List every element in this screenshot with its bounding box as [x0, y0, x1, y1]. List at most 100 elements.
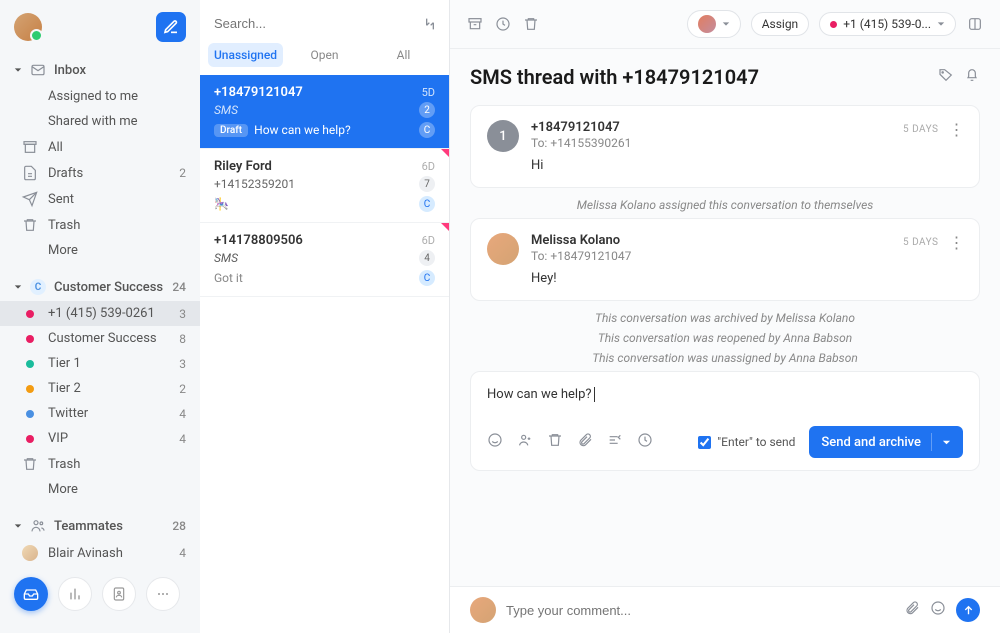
thread-title: SMS thread with +18479121047 [470, 65, 759, 89]
channel-vip[interactable]: VIP 4 [0, 426, 200, 451]
message-menu-icon[interactable]: ⋮ [949, 120, 966, 139]
nav-assigned-to-me[interactable]: Assigned to me [0, 84, 200, 109]
nav-more[interactable]: More [0, 238, 200, 263]
message-time: 5 DAYS [903, 124, 939, 135]
archive-icon[interactable] [466, 15, 484, 33]
channel-dot-icon [830, 21, 837, 28]
conv-time: 6D [422, 234, 435, 247]
trash-icon[interactable] [522, 15, 540, 33]
nav-all[interactable]: All [0, 134, 200, 160]
channel-phone[interactable]: +1 (415) 539-0261 3 [0, 301, 200, 326]
tab-open[interactable]: Open [287, 43, 362, 67]
trash-icon [22, 217, 38, 233]
section-customer-success[interactable]: C Customer Success 24 [0, 273, 200, 301]
conv-channel-badge: C [419, 196, 435, 212]
teammate-blair[interactable]: Blair Avinash 4 [0, 540, 200, 566]
add-person-icon[interactable] [517, 432, 533, 452]
contacts-button[interactable] [102, 577, 136, 611]
send-button[interactable]: Send and archive [809, 426, 963, 458]
emoji-icon[interactable] [487, 432, 503, 452]
conversation-item[interactable]: +14178809506 6D SMS 4 Got it C [200, 223, 449, 297]
conv-name: +18479121047 [214, 85, 303, 100]
channel-dot-icon [26, 360, 34, 368]
assign-button[interactable]: Assign [751, 12, 810, 36]
message-menu-icon[interactable]: ⋮ [949, 233, 966, 252]
conv-subtitle: +14152359201 [214, 177, 295, 191]
snooze-icon[interactable] [494, 15, 512, 33]
inbox-icon [30, 62, 46, 78]
channel-pill[interactable]: +1 (415) 539-0... [819, 12, 956, 36]
message-text: Hi [531, 158, 963, 173]
channel-dot-icon [26, 335, 34, 343]
message-text: Hey! [531, 271, 963, 286]
conv-channel-badge: C [419, 122, 435, 138]
message-from: +18479121047 [531, 120, 963, 135]
sent-icon [22, 191, 38, 207]
analytics-button[interactable] [58, 577, 92, 611]
conv-time: 5D [422, 86, 435, 99]
schedule-icon[interactable] [637, 432, 653, 452]
attachment-icon[interactable] [577, 432, 593, 452]
delete-draft-icon[interactable] [547, 432, 563, 452]
nav-trash[interactable]: Trash [0, 212, 200, 238]
conv-channel-badge: C [419, 270, 435, 286]
channel-dot-icon [26, 435, 34, 443]
conv-subtitle: SMS [214, 103, 238, 117]
workspace-more[interactable]: More [0, 477, 200, 502]
teammates-icon [30, 518, 46, 534]
chevron-down-icon [722, 20, 730, 28]
conversation-item[interactable]: Riley Ford 6D +14152359201 7 🎠 C [200, 149, 449, 223]
teammate-avatar [22, 545, 38, 561]
tab-all[interactable]: All [366, 43, 441, 67]
comment-input[interactable] [506, 603, 894, 618]
draft-icon [22, 165, 38, 181]
conv-preview: 🎠 [214, 197, 413, 211]
emoji-icon[interactable] [930, 600, 946, 620]
message-time: 5 DAYS [903, 237, 939, 248]
system-note: This conversation was reopened by Anna B… [470, 331, 980, 345]
channel-tier2[interactable]: Tier 2 2 [0, 376, 200, 401]
expand-icon[interactable] [966, 15, 984, 33]
assigner-pill[interactable] [687, 10, 741, 38]
tag-icon[interactable] [938, 67, 954, 87]
composer[interactable]: How can we help? "Enter" to send Send an… [470, 371, 980, 471]
conv-preview: How can we help? [254, 123, 413, 137]
template-icon[interactable] [607, 432, 623, 452]
section-teammates[interactable]: Teammates 28 [0, 512, 200, 540]
section-inbox[interactable]: Inbox [0, 56, 200, 84]
message-from: Melissa Kolano [531, 233, 963, 248]
chevron-down-icon[interactable] [942, 438, 951, 447]
channel-cs[interactable]: Customer Success 8 [0, 326, 200, 351]
nav-shared-with-me[interactable]: Shared with me [0, 109, 200, 134]
trash-icon [22, 456, 38, 472]
compose-button[interactable] [156, 12, 186, 42]
composer-text[interactable]: How can we help? [487, 384, 963, 404]
tab-unassigned[interactable]: Unassigned [208, 43, 283, 67]
inbox-floating-button[interactable] [14, 577, 48, 611]
system-note: This conversation was unassigned by Anna… [470, 351, 980, 365]
channel-dot-icon [26, 385, 34, 393]
channel-tier1[interactable]: Tier 1 3 [0, 351, 200, 376]
enter-to-send-toggle[interactable]: "Enter" to send [698, 435, 795, 449]
draft-badge: Draft [214, 124, 248, 137]
conversation-item[interactable]: +18479121047 5D SMS 2 Draft How can we h… [200, 75, 449, 149]
system-note: This conversation was archived by Meliss… [470, 311, 980, 325]
workspace-avatar: C [30, 279, 46, 295]
attachment-icon[interactable] [904, 600, 920, 620]
bell-icon[interactable] [964, 67, 980, 87]
message-card: 1 +18479121047 To: +14155390261 Hi 5 DAY… [470, 105, 980, 188]
more-button[interactable] [146, 577, 180, 611]
conv-subtitle: SMS [214, 251, 238, 265]
nav-drafts[interactable]: Drafts 2 [0, 160, 200, 186]
search-input[interactable] [210, 10, 413, 37]
conv-name: +14178809506 [214, 233, 303, 248]
nav-sent[interactable]: Sent [0, 186, 200, 212]
message-avatar: 1 [487, 120, 519, 152]
channel-twitter[interactable]: Twitter 4 [0, 401, 200, 426]
workspace-trash[interactable]: Trash [0, 451, 200, 477]
sort-icon[interactable] [421, 15, 439, 33]
message-avatar [487, 233, 519, 265]
send-comment-button[interactable] [956, 598, 980, 622]
inbox-label: Inbox [54, 63, 86, 78]
current-user-avatar[interactable] [14, 13, 42, 41]
